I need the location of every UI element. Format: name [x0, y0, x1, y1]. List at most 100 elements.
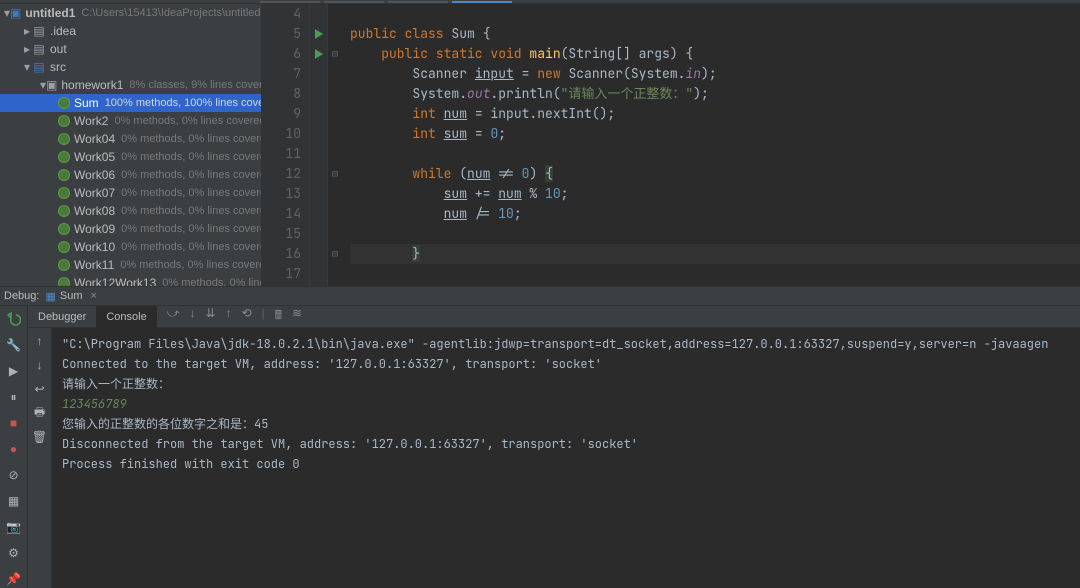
console-toolbar: ↑ ↓ ↩ 🖶 🗑 [28, 328, 52, 588]
tab-debugger[interactable]: Debugger [28, 306, 96, 328]
project-root-path: C:\Users\15413\IdeaProjects\untitled1 [81, 7, 262, 19]
tab-console[interactable]: Console [96, 306, 156, 328]
console-line: 您输入的正整数的各位数字之和是：45 [62, 414, 1070, 434]
tree-class-file[interactable]: Work070% methods, 0% lines covered [0, 184, 261, 202]
modify-button[interactable]: 🔧 [5, 336, 23, 354]
package-icon: ▣ [46, 78, 57, 92]
debug-tab[interactable]: ▦ Sum × [45, 290, 96, 303]
tree-folder-idea[interactable]: ▸▤.idea [0, 22, 261, 40]
editor-tab[interactable] [388, 1, 448, 3]
evaluate-icon[interactable]: 🖩 [275, 306, 282, 327]
coverage-meta: 0% methods, 0% lines covered [121, 205, 262, 217]
up-icon[interactable]: ↑ [31, 332, 49, 350]
pin-button[interactable]: 📌 [5, 570, 23, 588]
mute-bp-button[interactable]: ⊘ [5, 466, 23, 484]
coverage-meta: 0% methods, 0% lines covered [121, 241, 262, 253]
class-label: Work04 [74, 132, 115, 146]
tree-class-file[interactable]: Work11 0% methods, 0% lines covered [0, 256, 261, 274]
force-step-icon[interactable]: ⇊ [206, 306, 216, 327]
class-label: Work11 [74, 258, 114, 272]
editor-tab-active[interactable] [452, 1, 512, 3]
pause-button[interactable]: ⏸ [5, 388, 23, 406]
coverage-meta: 0% methods, 0% lines covered [121, 151, 262, 163]
folder-label: src [50, 60, 66, 74]
debug-tabs: Debugger Console ⤻ ↓ ⇊ ↑ ⟲ | 🖩 ≋ [28, 306, 1080, 328]
step-into-icon[interactable]: ↓ [190, 306, 196, 327]
run-config-icon: ▦ [45, 290, 55, 303]
tree-class-file[interactable]: Work06 0% methods, 0% lines covered [0, 166, 261, 184]
debug-label-text: Debug: [4, 290, 39, 302]
class-icon [58, 168, 70, 182]
console-line: 123456789 [62, 394, 1070, 414]
drop-frame-icon[interactable]: ⟲ [242, 306, 252, 327]
tree-class-file[interactable]: Work040% methods, 0% lines covered [0, 130, 261, 148]
class-label: Work05 [74, 150, 115, 164]
class-icon [58, 132, 70, 146]
step-out-icon[interactable]: ↑ [226, 306, 232, 327]
coverage-meta: 0% methods, 0% lines covered [121, 169, 262, 181]
class-label: Work09 [74, 222, 115, 236]
class-icon [58, 240, 70, 254]
class-label: Work06 [74, 168, 115, 182]
coverage-meta: 0% methods, 0% lines covered [121, 223, 262, 235]
line-number-gutter[interactable]: 456789101112131415161718192021 [262, 4, 310, 286]
print-icon[interactable]: 🖶 [31, 404, 49, 422]
console-line: Process finished with exit code 0 [62, 454, 1070, 474]
tree-package[interactable]: ▾▣homework18% classes, 9% lines covered [0, 76, 261, 94]
tree-class-file[interactable]: Work09 0% methods, 0% lines covered [0, 220, 261, 238]
close-icon[interactable]: × [91, 290, 97, 302]
down-icon[interactable]: ↓ [31, 356, 49, 374]
fold-gutter[interactable]: ⊟⊟⊟ [328, 4, 342, 286]
debug-header: Debug: ▦ Sum × [0, 286, 1080, 306]
editor-tab[interactable] [260, 1, 320, 3]
folder-icon: ▣ [10, 6, 21, 20]
tree-class-file[interactable]: Work2 0% methods, 0% lines covered [0, 112, 261, 130]
tree-class-file[interactable]: Work05 0% methods, 0% lines covered [0, 148, 261, 166]
resume-button[interactable]: ▶ [5, 362, 23, 380]
code-editor[interactable]: 456789101112131415161718192021 ⊟⊟⊟ publi… [262, 4, 1080, 286]
tree-class-file[interactable]: Work080% methods, 0% lines covered [0, 202, 261, 220]
console-output[interactable]: "C:\Program Files\Java\jdk-18.0.2.1\bin\… [52, 328, 1080, 588]
project-tree[interactable]: ▾ ▣ untitled1 C:\Users\15413\IdeaProject… [0, 4, 262, 286]
console-line: Connected to the target VM, address: '12… [62, 354, 1070, 374]
project-root[interactable]: ▾ ▣ untitled1 C:\Users\15413\IdeaProject… [0, 4, 261, 22]
folder-icon: ▤ [32, 42, 46, 56]
camera-button[interactable]: 📷 [5, 518, 23, 536]
coverage-meta: 0% methods, 0% lines covered [114, 115, 262, 127]
folder-label: .idea [50, 24, 76, 38]
class-icon [58, 276, 70, 286]
class-label: Sum [74, 96, 99, 110]
console-line: "C:\Program Files\Java\jdk-18.0.2.1\bin\… [62, 334, 1070, 354]
code-area[interactable]: public class Sum { public static void ma… [342, 4, 1080, 286]
clear-icon[interactable]: 🗑 [31, 428, 49, 446]
settings-button[interactable]: ⚙ [5, 544, 23, 562]
tree-folder-out[interactable]: ▸▤out [0, 40, 261, 58]
run-gutter[interactable] [310, 4, 328, 286]
layout-button[interactable]: ▦ [5, 492, 23, 510]
breakpoints-button[interactable]: ● [5, 440, 23, 458]
debug-toolbar: 🔧 ▶ ⏸ ■ ● ⊘ ▦ 📷 ⚙ 📌 [0, 306, 28, 588]
tree-class-file[interactable]: Sum100% methods, 100% lines covered [0, 94, 261, 112]
step-over-icon[interactable]: ⤻ [167, 306, 180, 327]
trace-icon[interactable]: ≋ [292, 306, 302, 327]
class-label: Work2 [74, 114, 108, 128]
class-icon [58, 186, 70, 200]
class-icon [58, 204, 70, 218]
class-icon [58, 222, 70, 236]
class-icon [58, 96, 70, 110]
coverage-meta: 0% methods, 0% lines co [162, 277, 262, 286]
coverage-meta: 0% methods, 0% lines covered [120, 259, 262, 271]
rerun-button[interactable] [5, 310, 23, 328]
tree-class-file[interactable]: Work12Work130% methods, 0% lines co [0, 274, 261, 286]
class-label: Work10 [74, 240, 115, 254]
package-label: homework1 [61, 78, 123, 92]
coverage-meta: 0% methods, 0% lines covered [121, 187, 262, 199]
editor-tab[interactable] [324, 1, 384, 3]
folder-icon: ▤ [32, 24, 46, 38]
wrap-icon[interactable]: ↩ [31, 380, 49, 398]
tree-folder-src[interactable]: ▾▤src [0, 58, 261, 76]
folder-icon: ▤ [32, 60, 46, 74]
project-root-label: untitled1 [25, 6, 75, 20]
stop-button[interactable]: ■ [5, 414, 23, 432]
tree-class-file[interactable]: Work10 0% methods, 0% lines covered [0, 238, 261, 256]
